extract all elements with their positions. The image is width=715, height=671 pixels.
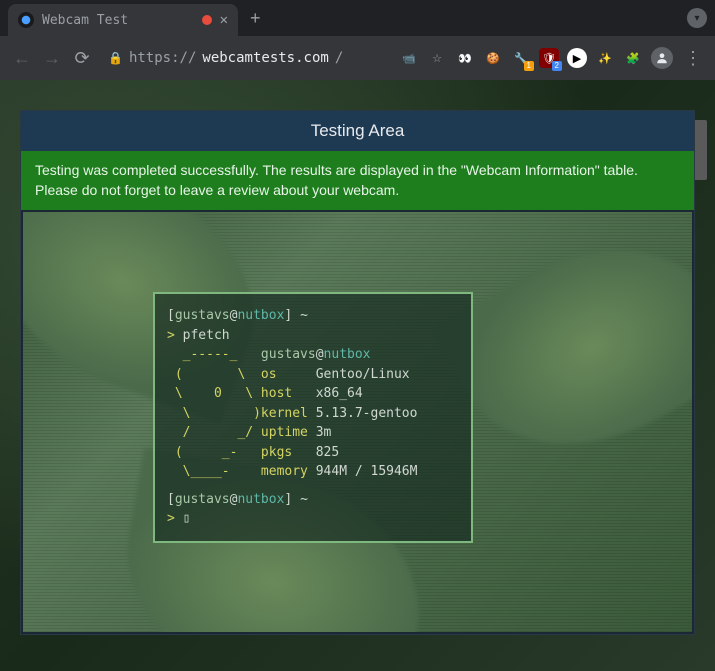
testing-area-header: Testing Area xyxy=(21,111,694,151)
terminal-in-webcam: [gustavs@nutbox] ~ > pfetch _-----_ gust… xyxy=(153,292,473,543)
tab-title: Webcam Test xyxy=(42,13,128,28)
term-host: nutbox xyxy=(237,308,284,323)
browser-tab[interactable]: Webcam Test ✕ xyxy=(8,4,238,36)
recording-indicator-icon xyxy=(202,15,212,25)
extension-icons: 📹 ☆ 👀 🍪 🔧1 🛡2 ▶ ✨ 🧩 ⋮ xyxy=(399,47,705,69)
ext-badge: 2 xyxy=(552,61,562,71)
cursor-icon: ▯ xyxy=(183,511,191,526)
extension-youtube-icon[interactable]: ▶ xyxy=(567,48,587,68)
term-cmd: pfetch xyxy=(183,328,230,343)
extension-eyes-icon[interactable]: 👀 xyxy=(455,48,475,68)
pfetch-output: _-----_ gustavs@nutbox ( \ os Gentoo/Lin… xyxy=(167,345,459,482)
lock-icon: 🔒 xyxy=(108,51,123,65)
browser-toolbar: ← → ⟳ 🔒 https:// webcamtests.com / 📹 ☆ 👀 🍪… xyxy=(0,36,715,80)
extension-sponsor-icon[interactable]: ✨ xyxy=(595,48,615,68)
address-bar[interactable]: 🔒 https:// webcamtests.com / xyxy=(100,50,351,66)
browser-menu-button[interactable]: ⋮ xyxy=(681,48,705,69)
reload-button[interactable]: ⟳ xyxy=(70,48,94,69)
success-message: Testing was completed successfully. The … xyxy=(21,151,694,210)
ext-badge: 1 xyxy=(524,61,534,71)
webcam-favicon-icon xyxy=(18,12,34,28)
testing-area-card: Testing Area Testing was completed succe… xyxy=(20,110,695,635)
url-domain: webcamtests.com xyxy=(202,50,328,66)
page-content: Testing Area Testing was completed succe… xyxy=(0,80,715,655)
extension-cookie-icon[interactable]: 🍪 xyxy=(483,48,503,68)
webcam-preview: [gustavs@nutbox] ~ > pfetch _-----_ gust… xyxy=(23,212,692,632)
back-button[interactable]: ← xyxy=(10,48,34,69)
extension-ublock-icon[interactable]: 🛡2 xyxy=(539,48,559,68)
profile-avatar[interactable] xyxy=(651,47,673,69)
tab-close-button[interactable]: ✕ xyxy=(220,12,228,28)
url-path: / xyxy=(335,50,343,66)
extension-hoppscotch-icon[interactable]: 🔧1 xyxy=(511,48,531,68)
camera-permission-icon[interactable]: 📹 xyxy=(399,48,419,68)
term-user: gustavs xyxy=(175,308,230,323)
url-scheme: https:// xyxy=(129,50,196,66)
person-icon xyxy=(655,51,669,65)
browser-chrome: Webcam Test ✕ + ▾ ← → ⟳ 🔒 https:// webcam… xyxy=(0,0,715,80)
new-tab-button[interactable]: + xyxy=(238,8,273,29)
tabs-dropdown-button[interactable]: ▾ xyxy=(687,8,707,28)
bookmark-star-icon[interactable]: ☆ xyxy=(427,48,447,68)
tab-strip: Webcam Test ✕ + ▾ xyxy=(0,0,715,36)
forward-button[interactable]: → xyxy=(40,48,64,69)
extensions-menu-icon[interactable]: 🧩 xyxy=(623,48,643,68)
